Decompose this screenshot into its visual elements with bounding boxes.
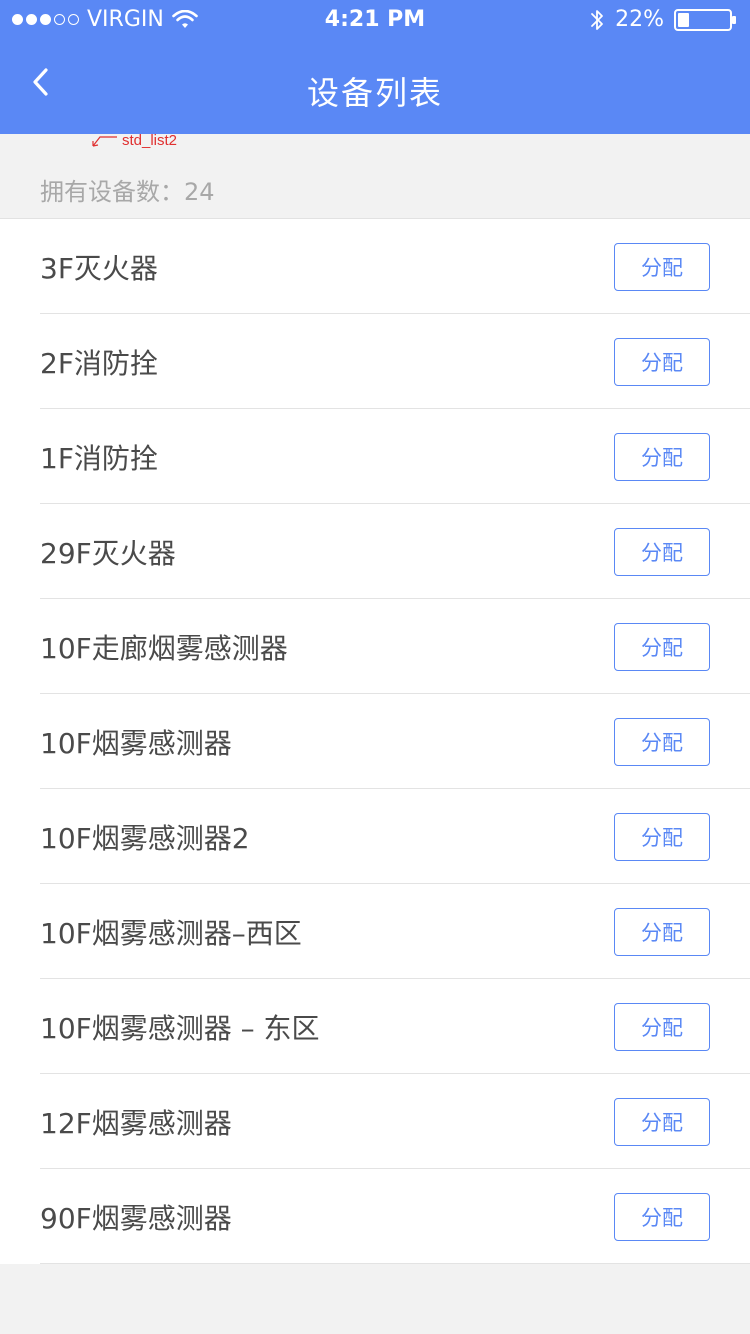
device-name: 10F烟雾感测器–西区 <box>40 917 302 950</box>
list-item[interactable]: 10F烟雾感测器 分配 <box>0 694 750 789</box>
app-header: VIRGIN 4:21 PM 22% 设备列表 <box>0 0 750 134</box>
status-bar: VIRGIN 4:21 PM 22% <box>0 0 750 40</box>
list-item[interactable]: 1F消防拴 分配 <box>0 409 750 504</box>
device-name: 10F走廊烟雾感测器 <box>40 632 288 665</box>
bluetooth-icon <box>591 9 603 30</box>
device-name: 1F消防拴 <box>40 442 158 475</box>
list-item[interactable]: 90F烟雾感测器 分配 <box>0 1169 750 1264</box>
device-name: 3F灭火器 <box>40 252 158 285</box>
device-name: 2F消防拴 <box>40 347 158 380</box>
list-item[interactable]: 12F烟雾感测器 分配 <box>0 1074 750 1169</box>
assign-button[interactable]: 分配 <box>614 908 710 956</box>
list-item[interactable]: 10F走廊烟雾感测器 分配 <box>0 599 750 694</box>
list-item[interactable]: 29F灭火器 分配 <box>0 504 750 599</box>
device-name: 10F烟雾感测器 <box>40 727 232 760</box>
assign-button[interactable]: 分配 <box>614 623 710 671</box>
assign-button[interactable]: 分配 <box>614 338 710 386</box>
assign-button[interactable]: 分配 <box>614 1003 710 1051</box>
assign-button[interactable]: 分配 <box>614 528 710 576</box>
assign-button[interactable]: 分配 <box>614 243 710 291</box>
list-item[interactable]: 2F消防拴 分配 <box>0 314 750 409</box>
assign-button[interactable]: 分配 <box>614 813 710 861</box>
assign-button[interactable]: 分配 <box>614 1193 710 1241</box>
annotation-label: std_list2 <box>122 132 178 149</box>
nav-bar: 设备列表 <box>0 40 750 134</box>
assign-button[interactable]: 分配 <box>614 433 710 481</box>
device-name: 29F灭火器 <box>40 537 176 570</box>
list-item[interactable]: 10F烟雾感测器2 分配 <box>0 789 750 884</box>
device-count-label: 拥有设备数：24 <box>40 178 215 206</box>
arrow-icon <box>92 135 117 147</box>
status-right: 22% <box>589 7 738 32</box>
list-item[interactable]: 10F烟雾感测器 – 东区 分配 <box>0 979 750 1074</box>
page-title: 设备列表 <box>306 74 443 112</box>
list-item[interactable]: 3F灭火器 分配 <box>0 219 750 314</box>
device-list: 3F灭火器 分配 2F消防拴 分配 1F消防拴 分配 29F灭火器 分配 10F走廊烟雾感测器分… <box>0 219 750 1264</box>
assign-button[interactable]: 分配 <box>614 718 710 766</box>
device-name: 12F烟雾感测器 <box>40 1107 232 1140</box>
device-name: 10F烟雾感测器 – 东区 <box>40 1012 320 1045</box>
device-name: 90F烟雾感测器 <box>40 1202 232 1235</box>
battery-icon <box>674 8 736 31</box>
list-item[interactable]: 10F烟雾感测器–西区 分配 <box>0 884 750 979</box>
assign-button[interactable]: 分配 <box>614 1098 710 1146</box>
battery-percent: 22% <box>615 7 664 32</box>
annotation-callout: std_list2 <box>90 132 177 149</box>
device-name: 10F烟雾感测器2 <box>40 822 250 855</box>
